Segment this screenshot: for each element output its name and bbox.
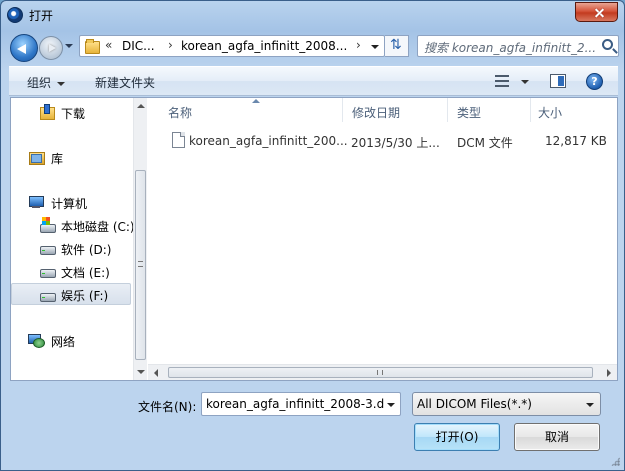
system-drive-icon [39,217,56,233]
nav-item-drive-d[interactable]: 软件 (D:) [11,237,131,259]
refresh-button[interactable]: ⇅ [385,35,409,57]
filename-label: 文件名(N): [138,400,197,414]
address-bar[interactable]: « DIC... › korean_agfa_infinitt_2008... … [79,35,385,57]
nav-item-label: 娱乐 (F:) [61,289,109,303]
chevron-down-icon [57,81,66,86]
forward-button[interactable] [39,36,63,60]
column-header-label: 类型 [457,106,482,120]
refresh-icon: ⇅ [390,37,402,53]
file-icon [172,132,185,148]
organize-label: 组织 [27,76,52,90]
chevron-down-icon [586,403,594,407]
file-size: 12,817 KB [545,134,607,148]
nav-item-label: 软件 (D:) [61,243,112,257]
column-header-size[interactable]: 大小 [531,98,617,122]
nav-item-label: 下载 [61,107,86,121]
search-placeholder: 搜索 korean_agfa_infinitt_2... [424,41,597,55]
window-title: 打开 [29,9,54,23]
preview-pane-icon[interactable] [550,74,566,88]
scroll-left-icon[interactable] [154,369,158,377]
breadcrumb-item[interactable]: DIC... [122,39,155,53]
file-type-filter[interactable]: All DICOM Files(*.*) [412,392,601,416]
nav-item-label: 计算机 [51,197,88,211]
filename-input[interactable]: korean_agfa_infinitt_2008-3.dcm [201,392,401,416]
column-header-type[interactable]: 类型 [448,98,530,122]
browser-pane: 下载 库 计算机 本地磁盘 (C:) 软件 (D:) 文档 (E:) 娱乐 (F… [10,97,618,381]
close-button[interactable] [575,2,618,22]
resize-grip-icon[interactable] [611,457,620,466]
scroll-right-icon[interactable] [607,369,611,377]
chevron-down-icon[interactable] [387,403,395,407]
views-dropdown[interactable] [521,80,529,84]
grip-icon [138,261,143,267]
title-bar[interactable]: 打开 [1,1,624,29]
scroll-thumb[interactable] [135,170,146,360]
grip-icon [377,370,383,375]
navigation-pane: 下载 库 计算机 本地磁盘 (C:) 软件 (D:) 文档 (E:) 娱乐 (F… [11,98,147,380]
nav-item-label: 本地磁盘 (C:) [61,220,135,234]
horizontal-scrollbar[interactable] [148,364,617,380]
computer-icon [28,194,44,210]
breadcrumb-item[interactable]: korean_agfa_infinitt_2008... [181,39,347,53]
nav-item-computer[interactable]: 计算机 [11,191,131,213]
nav-scrollbar[interactable] [133,98,147,380]
nav-item-downloads[interactable]: 下载 [11,101,131,123]
nav-item-network[interactable]: 网络 [11,329,131,351]
help-icon[interactable]: ? [586,73,603,90]
file-list: 名称 修改日期 类型 大小 korean_agfa_infinitt_200..… [148,98,617,380]
column-header-label: 修改日期 [352,106,401,120]
nav-item-drive-c[interactable]: 本地磁盘 (C:) [11,214,135,236]
filter-value: All DICOM Files(*.*) [417,397,532,411]
library-icon [28,149,45,165]
file-modified: 2013/5/30 上... [351,136,440,150]
column-header-label: 名称 [168,106,193,120]
filename-value: korean_agfa_infinitt_2008-3.dcm [206,397,384,411]
breadcrumb-separator[interactable]: › [168,38,173,52]
nav-item-drive-f[interactable]: 娱乐 (F:) [11,283,131,305]
nav-item-drive-e[interactable]: 文档 (E:) [11,260,131,282]
sort-ascending-icon [252,99,260,103]
scroll-thumb[interactable] [168,367,593,378]
file-type: DCM 文件 [457,136,513,150]
scroll-up-icon[interactable] [137,104,145,108]
nav-item-label: 库 [51,152,64,166]
column-header-name[interactable]: 名称 [148,98,342,122]
open-file-dialog: 打开 « DIC... › korean_agfa_infinitt_2008.… [0,0,625,471]
open-button[interactable]: 打开(O) [414,423,500,451]
breadcrumb-overflow[interactable]: « [105,38,112,52]
search-input[interactable]: 搜索 korean_agfa_infinitt_2... [417,35,619,57]
nav-item-label: 文档 (E:) [61,266,110,280]
back-button[interactable] [10,34,38,62]
column-header-label: 大小 [538,106,563,120]
recent-locations-dropdown[interactable] [65,44,73,48]
download-folder-icon [39,104,55,120]
scroll-down-icon[interactable] [137,370,145,374]
drive-icon [39,287,56,303]
network-icon [28,332,45,348]
column-header-modified[interactable]: 修改日期 [343,98,447,122]
file-name: korean_agfa_infinitt_200... [189,134,348,148]
address-dropdown[interactable] [371,45,379,49]
drive-icon [39,263,56,279]
new-folder-button[interactable]: 新建文件夹 [95,74,155,91]
drive-icon [39,240,56,256]
nav-item-libraries[interactable]: 库 [11,146,131,168]
breadcrumb-separator[interactable]: › [356,38,361,52]
command-bar: 组织 新建文件夹 ? [9,66,618,96]
file-row[interactable]: korean_agfa_infinitt_200... 2013/5/30 上.… [148,131,617,151]
app-icon [7,7,23,23]
views-icon[interactable] [495,75,509,87]
search-icon[interactable] [602,39,613,50]
nav-item-label: 网络 [51,335,76,349]
folder-icon [85,39,100,54]
organize-button[interactable]: 组织 [27,74,66,91]
cancel-button[interactable]: 取消 [514,423,600,451]
